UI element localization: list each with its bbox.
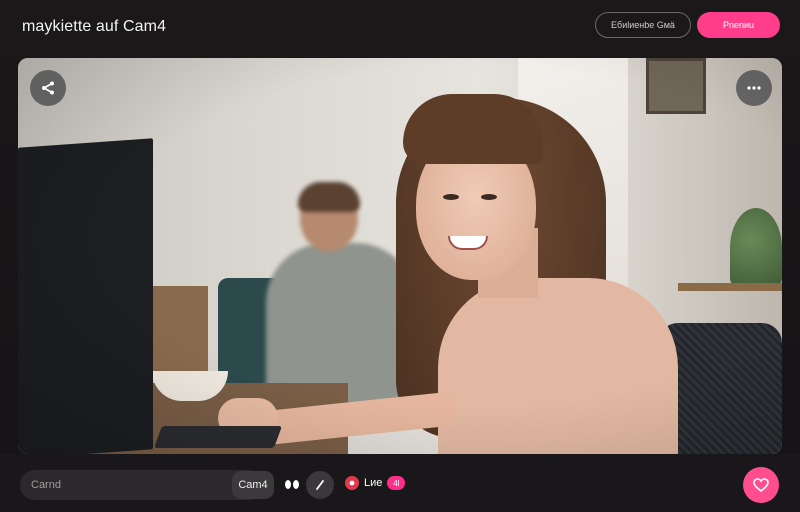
primary-action-button[interactable]: Pnenиu [697, 12, 780, 38]
live-count-badge: 4l [387, 476, 406, 490]
video-vignette [18, 58, 782, 454]
share-icon [42, 81, 54, 95]
footer-bar: Carnd Cam4 Lиe 4l [0, 454, 800, 512]
video-stream[interactable] [18, 58, 782, 454]
live-label: Lиe [364, 477, 383, 489]
heart-icon [753, 478, 769, 492]
secondary-action-button[interactable]: Ебиlиенbe Gмä [595, 12, 691, 38]
header-bar: maykiette auf Cam4 Ебиlиенbe Gмä Pnenиu [0, 0, 800, 56]
more-icon [747, 86, 761, 90]
chat-input[interactable]: Carnd [20, 470, 264, 500]
favorite-button[interactable] [743, 467, 779, 503]
slash-icon [316, 480, 324, 490]
live-indicator[interactable]: Lиe 4l [345, 476, 406, 490]
emoji-icon[interactable] [285, 480, 299, 489]
page-title: maykiette auf Cam4 [22, 18, 167, 35]
share-button[interactable] [30, 70, 66, 106]
app-window: maykiette auf Cam4 Ебиlиенbe Gмä Pnenиu [0, 0, 800, 512]
more-options-button[interactable] [736, 70, 772, 106]
cam4-tag-button[interactable]: Cam4 [232, 471, 274, 499]
edit-button[interactable] [306, 471, 334, 499]
live-icon [345, 476, 359, 490]
